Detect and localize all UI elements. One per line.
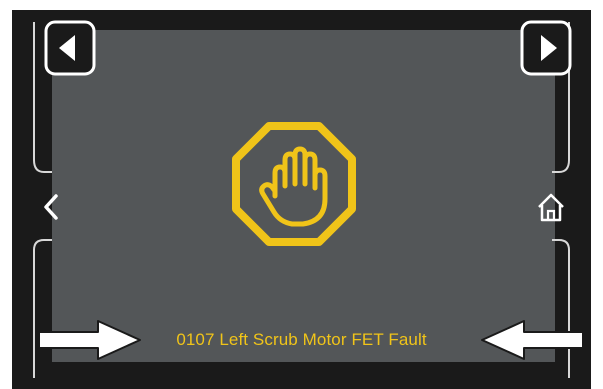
arrow-right-icon: [38, 320, 141, 360]
triangle-right-icon: [520, 20, 572, 76]
home-button[interactable]: [531, 176, 571, 238]
triangle-left-icon: [44, 20, 96, 76]
next-page-button[interactable]: [520, 20, 572, 76]
home-icon: [538, 193, 564, 222]
stop-hand-octagon-icon: [232, 122, 356, 246]
prev-page-button[interactable]: [44, 20, 96, 76]
chevron-left-icon: [44, 194, 58, 220]
arrow-left-icon: [481, 320, 584, 360]
back-button[interactable]: [36, 176, 66, 238]
